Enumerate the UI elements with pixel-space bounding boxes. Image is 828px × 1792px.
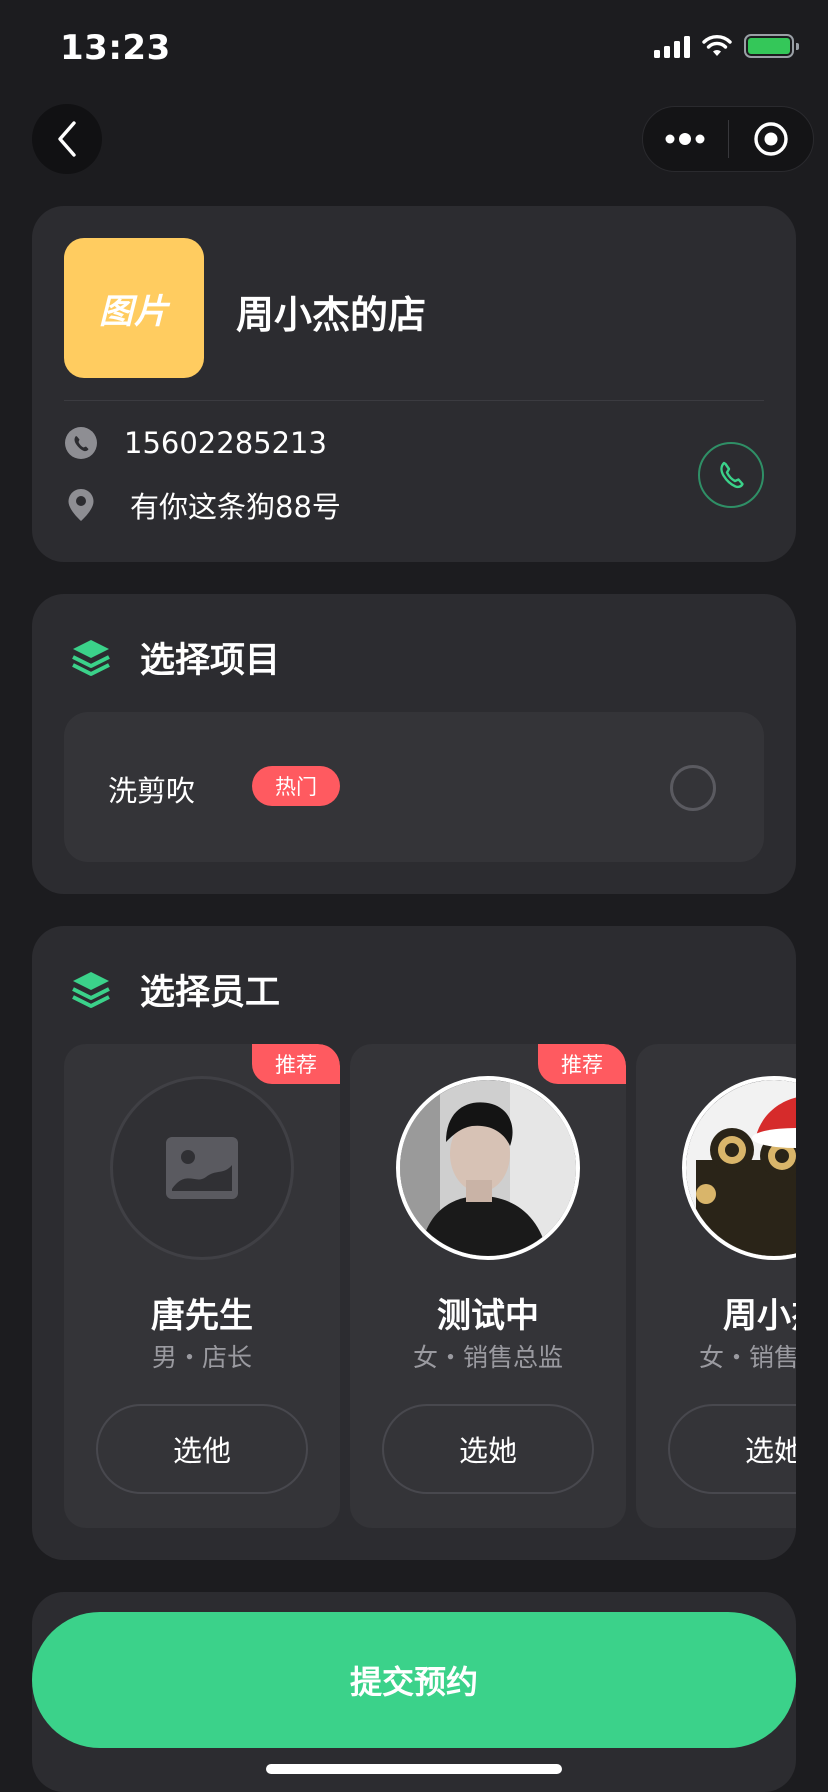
staff-gender-role: 女・销售总监 (698, 1343, 796, 1372)
recommend-tag: 推荐 (252, 1044, 340, 1084)
wifi-icon (702, 35, 732, 56)
select-staff-button[interactable]: 选他 (96, 1404, 308, 1494)
service-radio[interactable] (670, 765, 716, 811)
shop-address: 有你这条狗88号 (130, 490, 341, 524)
layers-icon (72, 971, 110, 1008)
back-button[interactable] (32, 104, 102, 174)
service-item[interactable]: 洗剪吹 热门 (64, 712, 764, 862)
status-time: 13:23 (60, 28, 171, 68)
target-circle-icon (754, 122, 788, 156)
close-miniprogram-button[interactable] (729, 107, 814, 171)
staff-gender-role: 女・销售总监 (412, 1343, 563, 1372)
chevron-left-icon (58, 121, 76, 157)
shop-logo-text: 图片 (99, 291, 169, 332)
phone-row: 15602285213 (64, 426, 327, 460)
service-section-header: 选择项目 (70, 632, 280, 683)
submit-booking-button[interactable]: 提交预约 (32, 1612, 796, 1748)
recommend-tag: 推荐 (538, 1044, 626, 1084)
shop-phone: 15602285213 (124, 426, 327, 460)
staff-section-title: 选择员工 (140, 973, 281, 1013)
divider (64, 400, 764, 401)
address-row: 有你这条狗88号 (64, 484, 341, 526)
shop-logo: 图片 (64, 238, 204, 378)
call-button[interactable] (698, 442, 764, 508)
staff-item: 推荐 测试中 女・销售总监 选她 (350, 1044, 626, 1528)
hot-tag: 热门 (252, 766, 340, 806)
avatar (682, 1076, 796, 1260)
home-indicator (266, 1764, 562, 1774)
staff-gender-role: 男・店长 (151, 1343, 252, 1372)
service-card: 选择项目 洗剪吹 热门 (32, 594, 796, 894)
avatar (396, 1076, 580, 1260)
shop-name: 周小杰的店 (236, 293, 427, 337)
staff-item: 推荐 唐先生 男・店长 选他 (64, 1044, 340, 1528)
shop-card: 图片 周小杰的店 15602285213 有你这条狗88号 (32, 206, 796, 562)
location-pin-icon (64, 488, 98, 522)
phone-icon (64, 426, 98, 460)
image-placeholder-icon (166, 1137, 238, 1199)
service-section-title: 选择项目 (140, 641, 281, 681)
staff-section-header: 选择员工 (70, 964, 280, 1015)
staff-card: 选择员工 推荐 唐先生 男・店长 选他 推荐 测试中 女・销售总监 选她 周小 … (32, 926, 796, 1560)
phone-icon (720, 461, 744, 489)
cellular-signal-icon (654, 34, 690, 58)
staff-name: 测试中 (437, 1296, 539, 1336)
status-icons (654, 34, 799, 58)
avatar-placeholder (110, 1076, 294, 1260)
staff-name: 唐先生 (151, 1296, 253, 1336)
staff-carousel[interactable]: 推荐 唐先生 男・店长 选他 推荐 测试中 女・销售总监 选她 周小 女・销售 … (64, 1044, 796, 1528)
select-staff-button[interactable]: 选她 (668, 1404, 796, 1494)
staff-name: 周小杰 (723, 1296, 796, 1336)
select-staff-button[interactable]: 选她 (382, 1404, 594, 1494)
battery-icon (744, 34, 799, 58)
more-dots-icon (665, 133, 705, 145)
service-name: 洗剪吹 (108, 774, 196, 808)
staff-item: 周小杰 女・销售总监 选她 (636, 1044, 796, 1528)
more-button[interactable] (643, 107, 728, 171)
layers-icon (72, 639, 110, 676)
miniprogram-capsule (642, 106, 814, 172)
